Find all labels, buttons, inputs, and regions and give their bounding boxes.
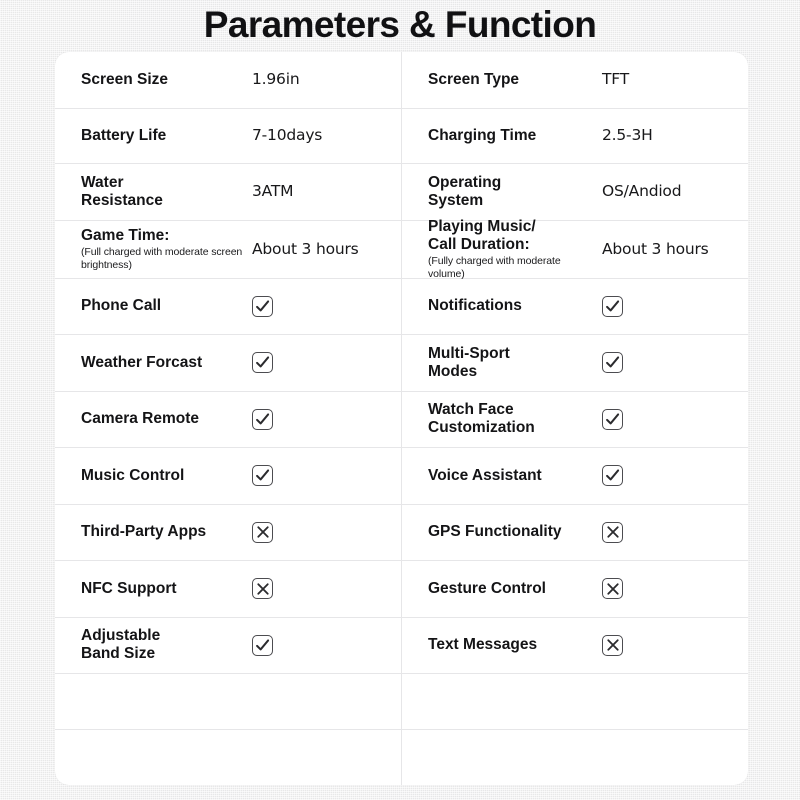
table-row: Water Resistance 3ATM Operating System OS/And… — [55, 164, 748, 221]
table-row: Phone Call Notifications — [55, 278, 748, 336]
spec-cell-right — [401, 729, 748, 785]
spec-value: 1.96in — [252, 70, 300, 89]
table-row: Camera Remote Watch Face Customization — [55, 391, 748, 449]
spec-label: Adjustable Band Size — [81, 627, 161, 663]
cross-x-icon[interactable] — [602, 521, 623, 543]
spec-cell-left: Phone Call — [55, 279, 401, 335]
spec-cell-left: Camera Remote — [55, 392, 401, 448]
spec-cell-left — [55, 674, 401, 729]
spec-label: Notifications — [428, 297, 522, 315]
spec-cell-left: Music Control — [55, 448, 401, 504]
table-row — [55, 729, 748, 785]
spec-value: About 3 hours — [602, 239, 709, 258]
spec-value: 3ATM — [252, 182, 294, 201]
spec-label: Camera Remote — [81, 410, 200, 428]
spec-cell-right: Gesture Control — [401, 561, 748, 617]
spec-cell-left: Weather Forcast — [55, 335, 401, 391]
spec-cell-right: Screen Type TFT — [401, 52, 748, 108]
spec-label: Third-Party Apps — [81, 523, 207, 541]
spec-cell-left: NFC Support — [55, 561, 401, 617]
spec-value: 2.5-3H — [602, 126, 653, 145]
spec-label: Phone Call — [81, 297, 162, 315]
checkmark-icon[interactable] — [252, 634, 273, 656]
checkmark-icon[interactable] — [602, 295, 623, 317]
table-row: NFC Support Gesture Control — [55, 561, 748, 618]
table-row: Screen Size 1.96in Screen Type TFT — [55, 52, 748, 109]
spec-cell-right: Operating System OS/Andiod — [401, 164, 748, 220]
spec-cell-right: Notifications — [401, 278, 748, 335]
spec-label: Playing Music/Call Duration: (Fully charg… — [402, 218, 602, 280]
table-row: Battery Life 7-10days Charging Time 2.5-3H — [55, 108, 748, 165]
spec-label: NFC Support — [81, 579, 177, 597]
spec-cell-right: Playing Music/Call Duration: (Fully charg… — [401, 218, 748, 280]
spec-value: OS/Andiod — [602, 182, 682, 201]
spec-label: Charging Time — [428, 126, 537, 144]
table-row: Third-Party Apps GPS Functionality — [55, 504, 748, 562]
spec-label: Watch Face Customization — [428, 401, 535, 437]
spec-label: Music Control — [81, 466, 185, 484]
checkmark-icon[interactable] — [602, 408, 623, 430]
spec-cell-left: Water Resistance 3ATM — [55, 164, 401, 220]
table-row: Adjustable Band Size Text Messages — [55, 617, 748, 675]
checkmark-icon[interactable] — [252, 408, 273, 430]
spec-label: Gesture Control — [428, 579, 546, 597]
table-row — [55, 674, 748, 730]
spec-value: About 3 hours — [252, 239, 359, 258]
cross-x-icon[interactable] — [602, 578, 623, 600]
spec-label: Water Resistance — [81, 173, 163, 209]
spec-label: Voice Assistant — [428, 466, 542, 484]
spec-label: Text Messages — [428, 636, 538, 654]
spec-cell-left: Battery Life 7-10days — [55, 109, 401, 164]
checkmark-icon[interactable] — [602, 352, 623, 374]
table-row: Weather Forcast Multi-Sport Modes — [55, 335, 748, 392]
spec-label: Screen Type — [428, 70, 520, 88]
cross-x-icon[interactable] — [252, 521, 273, 543]
cross-x-icon[interactable] — [252, 578, 273, 600]
spec-cell-right: Text Messages — [401, 617, 748, 674]
spec-cell-right: Voice Assistant — [401, 448, 748, 504]
spec-cell-right: Charging Time 2.5-3H — [401, 108, 748, 164]
spec-cell-left — [55, 730, 401, 785]
checkmark-icon[interactable] — [252, 295, 273, 317]
spec-cell-left: Game Time: (Full charged with moderate sc… — [55, 221, 401, 278]
spec-label: Multi-Sport Modes — [428, 344, 510, 380]
spec-cell-right — [401, 674, 748, 729]
table-row: Game Time: (Full charged with moderate sc… — [55, 218, 748, 280]
checkmark-icon[interactable] — [252, 352, 273, 374]
page-title: Parameters & Function — [203, 4, 597, 45]
spec-cell-left: Screen Size 1.96in — [55, 52, 401, 108]
spec-value: 7-10days — [252, 126, 323, 145]
table-row: Music Control Voice Assistant — [55, 448, 748, 505]
cross-x-icon[interactable] — [602, 634, 623, 656]
spec-label-note: (Fully charged with moderate volume) — [428, 255, 561, 280]
spec-cell-left: Third-Party Apps — [55, 505, 401, 561]
spec-value: TFT — [602, 70, 629, 89]
spec-label: Game Time: (Full charged with moderate sc… — [55, 227, 252, 271]
spec-label-note: (Full charged with moderate screen brigh… — [81, 246, 243, 271]
checkmark-icon[interactable] — [252, 465, 273, 487]
spec-label: Operating System — [428, 173, 502, 209]
spec-cell-right: Multi-Sport Modes — [401, 335, 748, 391]
spec-label: GPS Functionality — [428, 523, 562, 541]
spec-sheet-page: Parameters & Function Screen Size 1.96in S… — [0, 0, 800, 800]
spec-label: Battery Life — [81, 126, 167, 144]
spec-cell-left: Adjustable Band Size — [55, 618, 401, 674]
spec-cell-right: GPS Functionality — [401, 504, 748, 561]
specifications-card: Screen Size 1.96in Screen Type TFT Battery L… — [55, 52, 748, 785]
checkmark-icon[interactable] — [602, 465, 623, 487]
spec-label: Screen Size — [81, 70, 169, 88]
spec-cell-right: Watch Face Customization — [401, 391, 748, 448]
spec-label: Weather Forcast — [81, 353, 203, 371]
spec-table: Screen Size 1.96in Screen Type TFT Battery L… — [55, 52, 748, 785]
